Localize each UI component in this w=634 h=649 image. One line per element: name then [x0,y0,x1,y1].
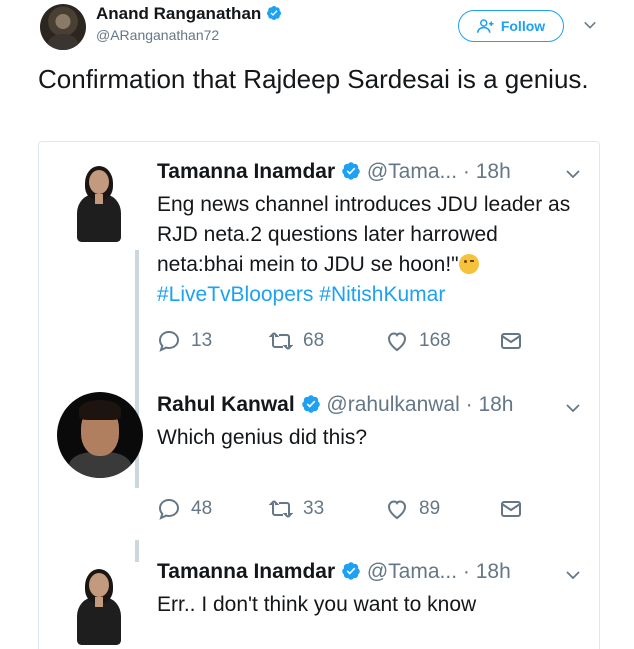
tweet-author-name[interactable]: Rahul Kanwal [157,393,295,416]
tweet-author-handle[interactable]: @Tama... [367,160,457,183]
envelope-icon [501,501,521,517]
like-action[interactable]: 168 [385,329,451,353]
tweet-body-text: Eng news channel introduces JDU leader a… [157,193,571,276]
chevron-down-icon[interactable] [565,400,581,416]
verified-badge-icon [342,162,360,180]
tweet-body-text: Err.. I don't think you want to know [157,593,477,616]
reply-count: 48 [191,498,213,519]
like-count: 89 [419,498,441,519]
hashtag-link[interactable]: #NitishKumar [319,283,445,306]
avatar[interactable] [73,164,123,244]
chevron-down-icon[interactable] [583,18,597,32]
tweet-time[interactable]: · 18h [463,560,511,583]
avatar[interactable] [73,567,123,647]
dm-action[interactable] [499,497,523,521]
tweet-author-handle[interactable]: @Tama... [367,560,457,583]
tweet-author-name[interactable]: Tamanna Inamdar [157,560,335,583]
tweet-author-name[interactable]: Tamanna Inamdar [157,160,335,183]
follow-label: Follow [500,18,546,34]
retweet-count: 68 [303,330,325,351]
retweet-action[interactable]: 68 [269,329,324,353]
heart-icon [387,332,407,352]
tweet-author-handle[interactable]: @rahulkanwal [326,393,459,416]
envelope-icon [501,333,521,349]
verified-badge-icon [267,6,282,20]
tweet-author-line: Tamanna Inamdar @Tama... · 18h [157,560,511,584]
reply-action[interactable]: 13 [157,329,212,353]
like-action[interactable]: 89 [385,497,440,521]
tweet-body: Which genius did this? [157,423,587,453]
author-name-row[interactable]: Anand Ranganathan [96,4,282,24]
reply-icon [158,330,180,352]
tweet-body-text: Which genius did this? [157,426,368,449]
tweet-text: Confirmation that Rajdeep Sardesai is a … [38,64,589,94]
verified-badge-icon [342,562,360,580]
author-avatar[interactable] [40,4,86,50]
author-handle[interactable]: @ARanganathan72 [96,27,219,43]
like-count: 168 [419,330,451,351]
tweet-time[interactable]: · 18h [466,393,514,416]
tweet-header: Anand Ranganathan @ARanganathan72 Follow [0,0,634,60]
tweet-author-line: Tamanna Inamdar @Tama... · 18h [157,160,511,184]
reply-action[interactable]: 48 [157,497,212,521]
retweet-icon [269,332,293,350]
chevron-down-icon[interactable] [565,166,581,182]
reply-icon [158,498,180,520]
tweet-actions: 13 68 168 [157,329,597,355]
thread-connector [135,540,139,562]
dm-action[interactable] [499,329,523,353]
author-name[interactable]: Anand Ranganathan [96,4,261,23]
add-user-icon [476,19,494,33]
hashtag-link[interactable]: #LiveTvBloopers [157,283,313,306]
heart-icon [387,500,407,520]
tweet-author-line: Rahul Kanwal @rahulkanwal · 18h [157,393,514,417]
emoji-icon [458,254,479,274]
retweet-count: 33 [303,498,325,519]
verified-badge-icon [301,395,320,413]
chevron-down-icon[interactable] [565,567,581,583]
retweet-icon [269,500,293,518]
tweet-body: Eng news channel introduces JDU leader a… [157,190,587,310]
reply-count: 13 [191,330,213,351]
tweet-body: Err.. I don't think you want to know [157,590,587,620]
follow-button[interactable]: Follow [458,10,564,42]
avatar[interactable] [57,392,143,478]
embedded-thread-card[interactable]: Tamanna Inamdar @Tama... · 18h Eng news … [38,141,600,649]
retweet-action[interactable]: 33 [269,497,324,521]
tweet-time[interactable]: · 18h [463,160,511,183]
tweet-actions: 48 33 89 [157,497,597,523]
